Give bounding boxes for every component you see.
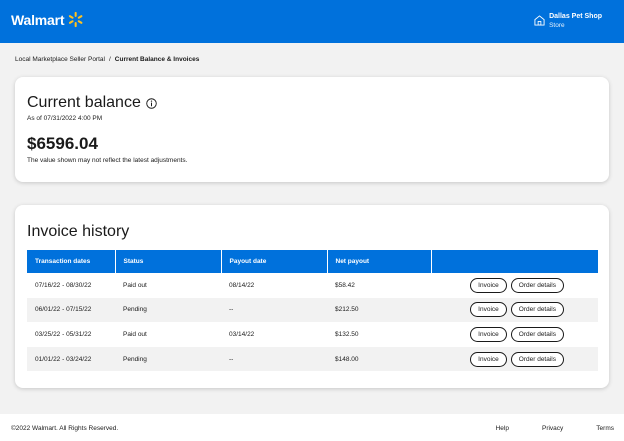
order-details-button[interactable]: Order details (510, 326, 564, 342)
invoice-button[interactable]: Invoice (470, 351, 507, 367)
balance-heading: Current balance (27, 94, 157, 112)
breadcrumb: Local Marketplace Seller Portal / Current … (15, 56, 199, 63)
breadcrumb-current: Current Balance & Invoices (114, 56, 200, 63)
table-header-row: Transaction dates Status Payout date Net… (27, 250, 598, 273)
net-payout-cell: $212.50 (335, 306, 359, 314)
balance-amount: $6596.04 (27, 134, 98, 153)
actions-cell: Invoice Order details (431, 322, 598, 347)
actions-cell: Invoice Order details (431, 273, 598, 298)
invoice-button[interactable]: Invoice (470, 277, 507, 293)
column-header-actions (431, 250, 598, 273)
status-cell: Paid out (123, 330, 147, 338)
column-header-status: Status (115, 250, 222, 273)
info-icon[interactable] (146, 97, 157, 109)
table-row: 01/01/22 - 03/24/22 Pending -- $148.00 I… (27, 346, 598, 372)
table-row: 06/01/22 - 07/15/22 Pending -- $212.50 I… (27, 297, 598, 323)
net-payout-cell: $58.42 (335, 281, 355, 289)
transaction-dates-cell: 01/01/22 - 03/24/22 (35, 355, 92, 363)
store-label: Store (549, 22, 565, 29)
privacy-link[interactable]: Privacy (542, 425, 563, 432)
invoice-button[interactable]: Invoice (470, 302, 507, 318)
actions-cell: Invoice Order details (431, 347, 598, 372)
payout-date-cell: 08/14/22 (229, 281, 255, 289)
payout-date-cell: 03/14/22 (229, 330, 255, 338)
store-selector[interactable]: Dallas Pet Shop Store (534, 12, 602, 30)
transaction-dates-cell: 03/25/22 - 05/31/22 (35, 330, 92, 338)
payout-date-cell: -- (229, 355, 234, 363)
column-header-net-payout: Net payout (327, 250, 432, 273)
transaction-dates-cell: 07/16/22 - 08/30/22 (35, 281, 92, 289)
balance-title: Current balance (27, 94, 141, 111)
balance-note: The value shown may not reflect the late… (27, 157, 188, 164)
table-row: 07/16/22 - 08/30/22 Paid out 08/14/22 $5… (27, 273, 598, 298)
order-details-button[interactable]: Order details (510, 277, 564, 293)
order-details-button[interactable]: Order details (510, 351, 564, 367)
footer-links: Help Privacy Terms (463, 425, 614, 432)
footer: ©2022 Walmart. All Rights Reserved. Help… (0, 414, 624, 441)
header: Walmart Dallas Pet Shop Store (0, 0, 624, 43)
breadcrumb-separator: / (108, 56, 111, 63)
balance-as-of: As of 07/31/2022 4:00 PM (27, 115, 103, 122)
copyright: ©2022 Walmart. All Rights Reserved. (11, 425, 119, 432)
breadcrumb-parent-link[interactable]: Local Marketplace Seller Portal (15, 56, 105, 63)
balance-card: Current balance As of 07/31/2022 4:00 PM… (15, 77, 609, 182)
invoice-button[interactable]: Invoice (470, 326, 507, 342)
invoice-table: Transaction dates Status Payout date Net… (27, 250, 598, 372)
column-header-transaction-dates: Transaction dates (27, 250, 116, 273)
invoice-history-title: Invoice history (27, 223, 130, 240)
net-payout-cell: $148.00 (335, 355, 359, 363)
logo-text: Walmart (11, 11, 65, 28)
order-details-button[interactable]: Order details (510, 302, 564, 318)
store-name: Dallas Pet Shop (549, 13, 602, 20)
actions-cell: Invoice Order details (431, 298, 598, 323)
store-icon (534, 15, 545, 26)
column-header-payout-date: Payout date (221, 250, 328, 273)
invoice-history-card: Invoice history Transaction dates Status… (15, 205, 609, 388)
status-cell: Paid out (123, 281, 147, 289)
status-cell: Pending (123, 355, 147, 363)
net-payout-cell: $132.50 (335, 330, 359, 338)
walmart-logo[interactable]: Walmart (11, 11, 84, 28)
table-row: 03/25/22 - 05/31/22 Paid out 03/14/22 $1… (27, 322, 598, 347)
payout-date-cell: -- (229, 306, 234, 314)
terms-link[interactable]: Terms (596, 425, 614, 432)
help-link[interactable]: Help (496, 425, 509, 432)
transaction-dates-cell: 06/01/22 - 07/15/22 (35, 306, 92, 314)
spark-icon (69, 11, 83, 28)
status-cell: Pending (123, 306, 147, 314)
